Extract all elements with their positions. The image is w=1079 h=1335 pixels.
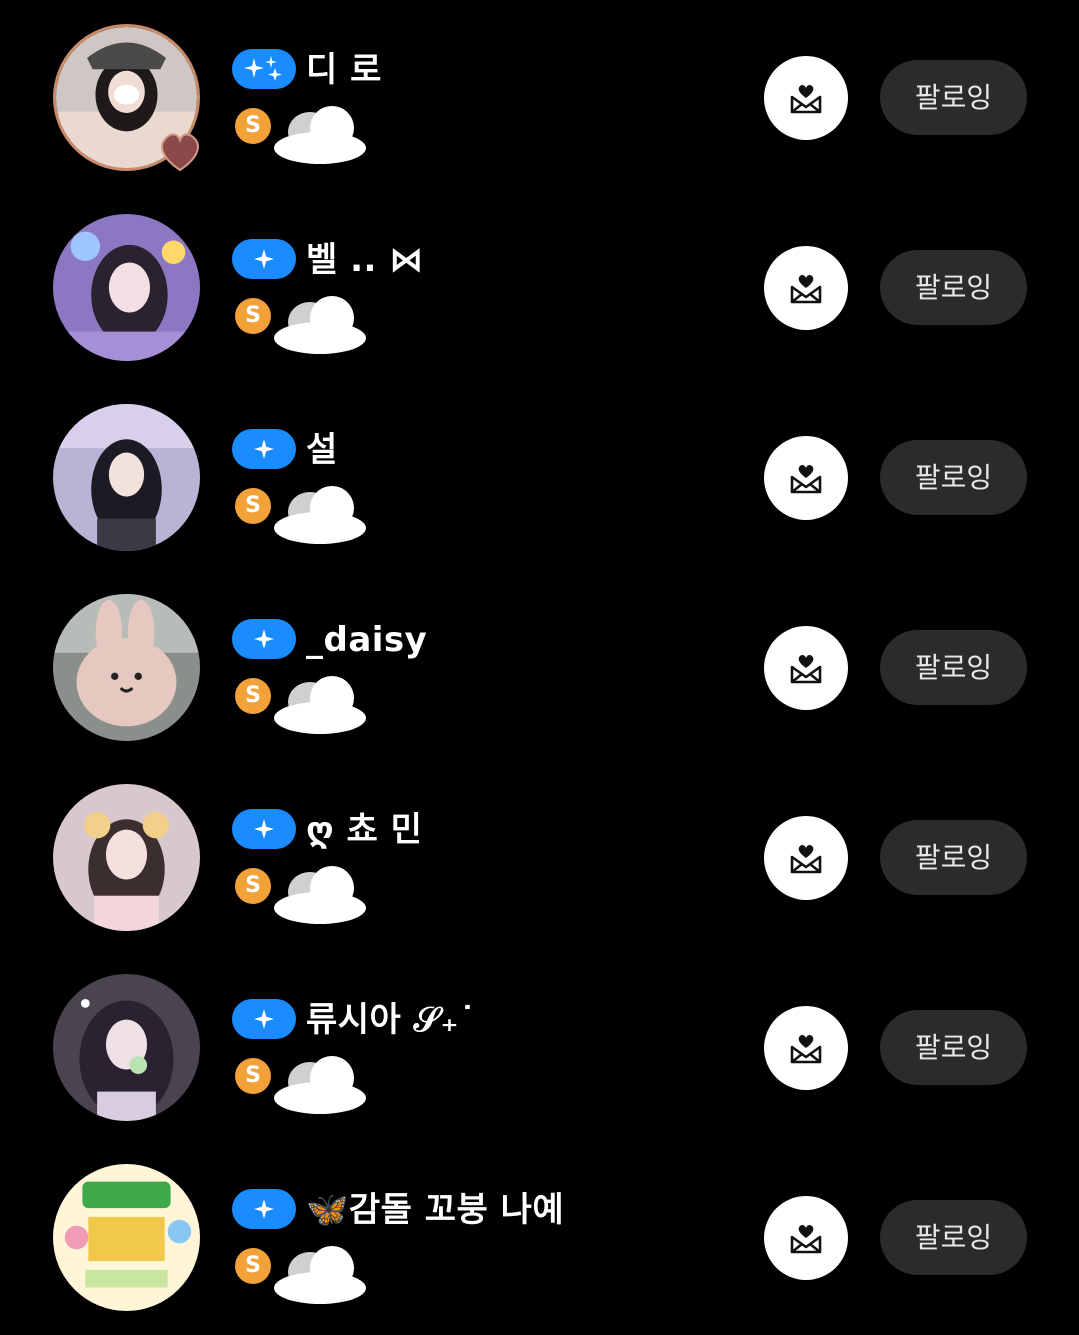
- follow-row[interactable]: _daisy S 팔로잉: [0, 570, 1079, 741]
- avatar[interactable]: [53, 214, 200, 361]
- verified-badge: [232, 1189, 296, 1229]
- follow-row[interactable]: 류시아 𝒮₊˙ S 팔로잉: [0, 950, 1079, 1121]
- user-name[interactable]: 🦋감돌 꼬붕 나예: [306, 1185, 564, 1235]
- follow-row[interactable]: 디 로 S 팔로잉: [0, 0, 1079, 172]
- verified-badge: [232, 239, 296, 279]
- coin-icon: S: [235, 868, 271, 904]
- following-button[interactable]: 팔로잉: [880, 250, 1027, 325]
- sparkle-icon: [254, 819, 274, 839]
- following-button[interactable]: 팔로잉: [880, 1010, 1027, 1085]
- following-button[interactable]: 팔로잉: [880, 60, 1027, 135]
- gift-button[interactable]: [764, 56, 848, 140]
- avatar[interactable]: [53, 974, 200, 1121]
- user-name[interactable]: 설: [306, 425, 338, 475]
- coin-icon: S: [235, 678, 271, 714]
- coin-icon: S: [235, 1058, 271, 1094]
- avatar[interactable]: [53, 594, 200, 741]
- cloud-icon: [270, 1236, 370, 1306]
- verified-badge: [232, 809, 296, 849]
- user-name[interactable]: 벨 .. ⋈: [306, 235, 424, 285]
- heart-envelope-icon: [790, 654, 822, 684]
- heart-envelope-icon: [790, 84, 822, 114]
- cloud-icon: [270, 286, 370, 356]
- following-button[interactable]: 팔로잉: [880, 820, 1027, 895]
- gift-button[interactable]: [764, 1006, 848, 1090]
- verified-badge: [232, 619, 296, 659]
- user-name[interactable]: ღ 쵸 민: [306, 805, 422, 855]
- gift-button[interactable]: [764, 816, 848, 900]
- heart-balloon-icon: [161, 133, 199, 172]
- follow-row[interactable]: 🦋감돌 꼬붕 나예 S 팔로잉: [0, 1140, 1079, 1311]
- verified-badge: [232, 429, 296, 469]
- sparkle-icon: [254, 629, 274, 649]
- cloud-icon: [270, 666, 370, 736]
- avatar[interactable]: [53, 1164, 200, 1311]
- cloud-icon: [270, 476, 370, 546]
- verified-badge: [232, 49, 296, 89]
- heart-envelope-icon: [790, 1224, 822, 1254]
- coin-icon: S: [235, 1248, 271, 1284]
- heart-envelope-icon: [790, 274, 822, 304]
- follow-row[interactable]: 벨 .. ⋈ S 팔로잉: [0, 190, 1079, 361]
- sparkle-icon: [254, 1009, 274, 1029]
- heart-envelope-icon: [790, 844, 822, 874]
- following-button[interactable]: 팔로잉: [880, 1200, 1027, 1275]
- coin-icon: S: [235, 108, 271, 144]
- gift-button[interactable]: [764, 436, 848, 520]
- user-name[interactable]: _daisy: [306, 615, 427, 665]
- sparkles-icon: [244, 56, 282, 81]
- follow-row[interactable]: ღ 쵸 민 S 팔로잉: [0, 760, 1079, 931]
- sparkle-icon: [254, 1199, 274, 1219]
- user-name[interactable]: 디 로: [306, 45, 382, 95]
- coin-icon: S: [235, 298, 271, 334]
- follow-list: 디 로 S 팔로잉 벨 .. ⋈ S 팔로잉 설 S 팔로잉 _daisy S …: [0, 0, 1079, 1335]
- user-name[interactable]: 류시아 𝒮₊˙: [306, 995, 476, 1045]
- heart-envelope-icon: [790, 464, 822, 494]
- coin-icon: S: [235, 488, 271, 524]
- following-button[interactable]: 팔로잉: [880, 630, 1027, 705]
- cloud-icon: [270, 856, 370, 926]
- avatar[interactable]: [53, 784, 200, 931]
- cloud-icon: [270, 96, 370, 166]
- heart-envelope-icon: [790, 1034, 822, 1064]
- gift-button[interactable]: [764, 1196, 848, 1280]
- cloud-icon: [270, 1046, 370, 1116]
- following-button[interactable]: 팔로잉: [880, 440, 1027, 515]
- sparkle-icon: [254, 249, 274, 269]
- sparkle-icon: [254, 439, 274, 459]
- verified-badge: [232, 999, 296, 1039]
- gift-button[interactable]: [764, 246, 848, 330]
- follow-row[interactable]: 설 S 팔로잉: [0, 380, 1079, 551]
- gift-button[interactable]: [764, 626, 848, 710]
- avatar[interactable]: [53, 404, 200, 551]
